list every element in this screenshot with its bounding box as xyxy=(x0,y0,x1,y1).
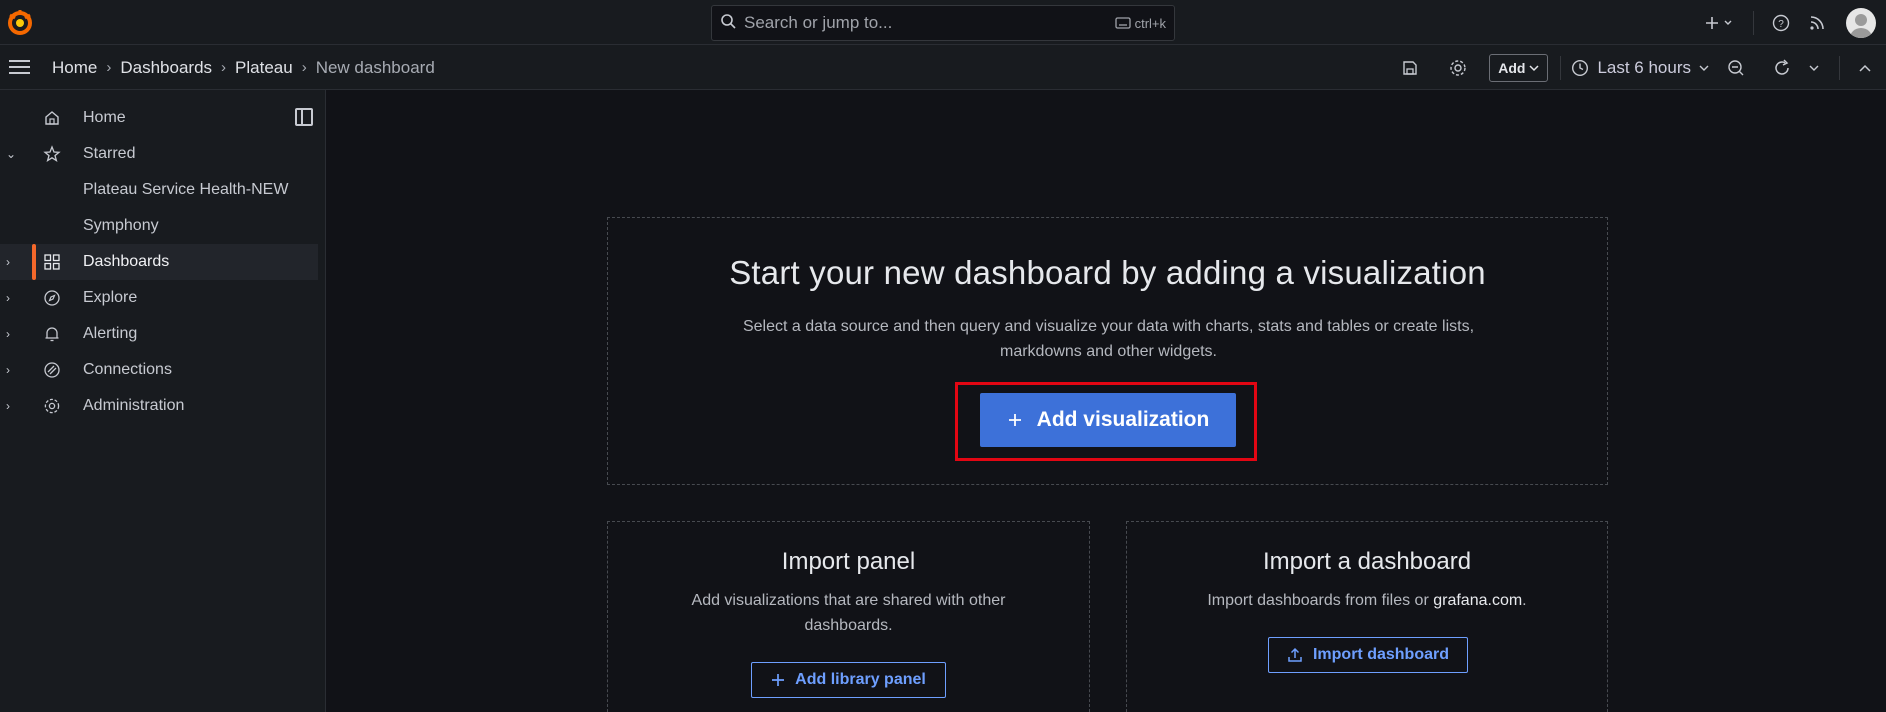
import-panel-card: Import panel Add visualizations that are… xyxy=(607,521,1090,712)
search-placeholder: Search or jump to... xyxy=(744,13,893,32)
time-range-picker[interactable]: Last 6 hours xyxy=(1571,58,1709,78)
chevron-right-icon: › xyxy=(106,59,112,76)
sidebar-item-explore[interactable]: › Explore xyxy=(0,280,318,316)
sidebar-item-connections[interactable]: › Connections xyxy=(0,352,318,388)
sidebar-item-alerting[interactable]: › Alerting xyxy=(0,316,318,352)
page-title: Start your new dashboard by adding a vis… xyxy=(729,254,1486,291)
top-bar: Search or jump to... ctrl+k ? xyxy=(0,0,1886,45)
add-library-panel-button[interactable]: Add library panel xyxy=(751,662,946,698)
import-dashboard-button[interactable]: Import dashboard xyxy=(1268,637,1468,673)
chevron-right-icon[interactable]: › xyxy=(6,291,18,305)
keyboard-icon xyxy=(1114,17,1131,29)
search-input[interactable]: Search or jump to... ctrl+k xyxy=(711,5,1175,41)
settings-gear-icon[interactable] xyxy=(1441,59,1475,77)
sidebar-item-administration[interactable]: › Administration xyxy=(0,388,318,424)
bell-icon xyxy=(41,323,63,345)
grafana-logo-icon[interactable] xyxy=(6,9,34,37)
chevron-right-icon: › xyxy=(221,59,227,76)
help-icon[interactable]: ? xyxy=(1766,14,1796,32)
upload-icon xyxy=(1288,647,1302,662)
keyboard-shortcut: ctrl+k xyxy=(1114,16,1166,31)
home-icon xyxy=(41,107,63,129)
compass-icon xyxy=(41,287,63,309)
news-feed-icon[interactable] xyxy=(1796,15,1838,31)
sidebar-item-home[interactable]: Home xyxy=(0,100,318,136)
chevron-down-icon xyxy=(1529,64,1539,71)
clock-icon xyxy=(1572,59,1589,76)
main-content: Start your new dashboard by adding a vis… xyxy=(327,90,1886,712)
divider xyxy=(1839,55,1840,80)
chevron-right-icon[interactable]: › xyxy=(6,327,18,341)
refresh-icon[interactable] xyxy=(1765,58,1799,77)
divider xyxy=(1753,10,1754,35)
empty-dashboard-description: Select a data source and then query and … xyxy=(742,318,1475,360)
chevron-right-icon[interactable]: › xyxy=(6,363,18,377)
grafana-com-link[interactable]: grafana.com xyxy=(1433,592,1522,609)
new-plus-icon[interactable] xyxy=(1699,16,1741,30)
sidebar-item-starred[interactable]: ⌄ Starred xyxy=(0,136,318,172)
gear-icon xyxy=(41,395,63,417)
breadcrumb: Home › Dashboards › Plateau › New dashbo… xyxy=(52,45,435,90)
import-dashboard-title: Import a dashboard xyxy=(1262,548,1472,575)
chevron-down-icon xyxy=(1699,65,1709,71)
menu-icon[interactable] xyxy=(8,57,32,77)
breadcrumb-home[interactable]: Home xyxy=(52,58,97,78)
save-icon[interactable] xyxy=(1393,60,1427,76)
connections-icon xyxy=(41,359,63,381)
plus-icon xyxy=(772,674,785,686)
chevron-right-icon: › xyxy=(301,59,307,76)
breadcrumb-dashboards[interactable]: Dashboards xyxy=(120,58,212,78)
import-panel-title: Import panel xyxy=(781,548,916,575)
chevron-down-icon[interactable]: ⌄ xyxy=(6,147,18,161)
svg-text:?: ? xyxy=(1778,19,1784,30)
breadcrumb-plateau[interactable]: Plateau xyxy=(235,58,293,78)
import-dashboard-description: Import dashboards from files or grafana.… xyxy=(1207,592,1527,609)
sidebar: Home ⌄ Starred Plateau Service Health-NE… xyxy=(0,90,326,712)
sidebar-item-dashboards[interactable]: › Dashboards xyxy=(0,244,318,280)
sidebar-item-plateau-service-health[interactable]: Plateau Service Health-NEW xyxy=(0,172,318,208)
add-dropdown-button[interactable]: Add xyxy=(1489,53,1549,82)
breadcrumb-current: New dashboard xyxy=(315,57,435,77)
chevron-right-icon[interactable]: › xyxy=(6,255,18,269)
chevron-right-icon[interactable]: › xyxy=(6,399,18,413)
refresh-interval-chevron-down-icon[interactable] xyxy=(1799,64,1829,72)
user-avatar[interactable] xyxy=(1846,7,1876,38)
chevron-up-icon[interactable] xyxy=(1850,64,1880,72)
import-dashboard-card: Import a dashboard Import dashboards fro… xyxy=(1126,521,1608,712)
active-indicator xyxy=(32,244,36,280)
breadcrumb-bar: Home › Dashboards › Plateau › New dashbo… xyxy=(0,45,1886,90)
search-icon xyxy=(720,13,736,34)
divider xyxy=(1560,55,1562,80)
import-panel-description: Add visualizations that are shared with … xyxy=(691,592,1006,634)
grid-icon xyxy=(41,251,63,273)
highlight-box xyxy=(955,382,1257,461)
star-icon xyxy=(41,143,63,165)
sidebar-item-symphony[interactable]: Symphony xyxy=(0,208,318,244)
zoom-out-icon[interactable] xyxy=(1719,59,1753,77)
